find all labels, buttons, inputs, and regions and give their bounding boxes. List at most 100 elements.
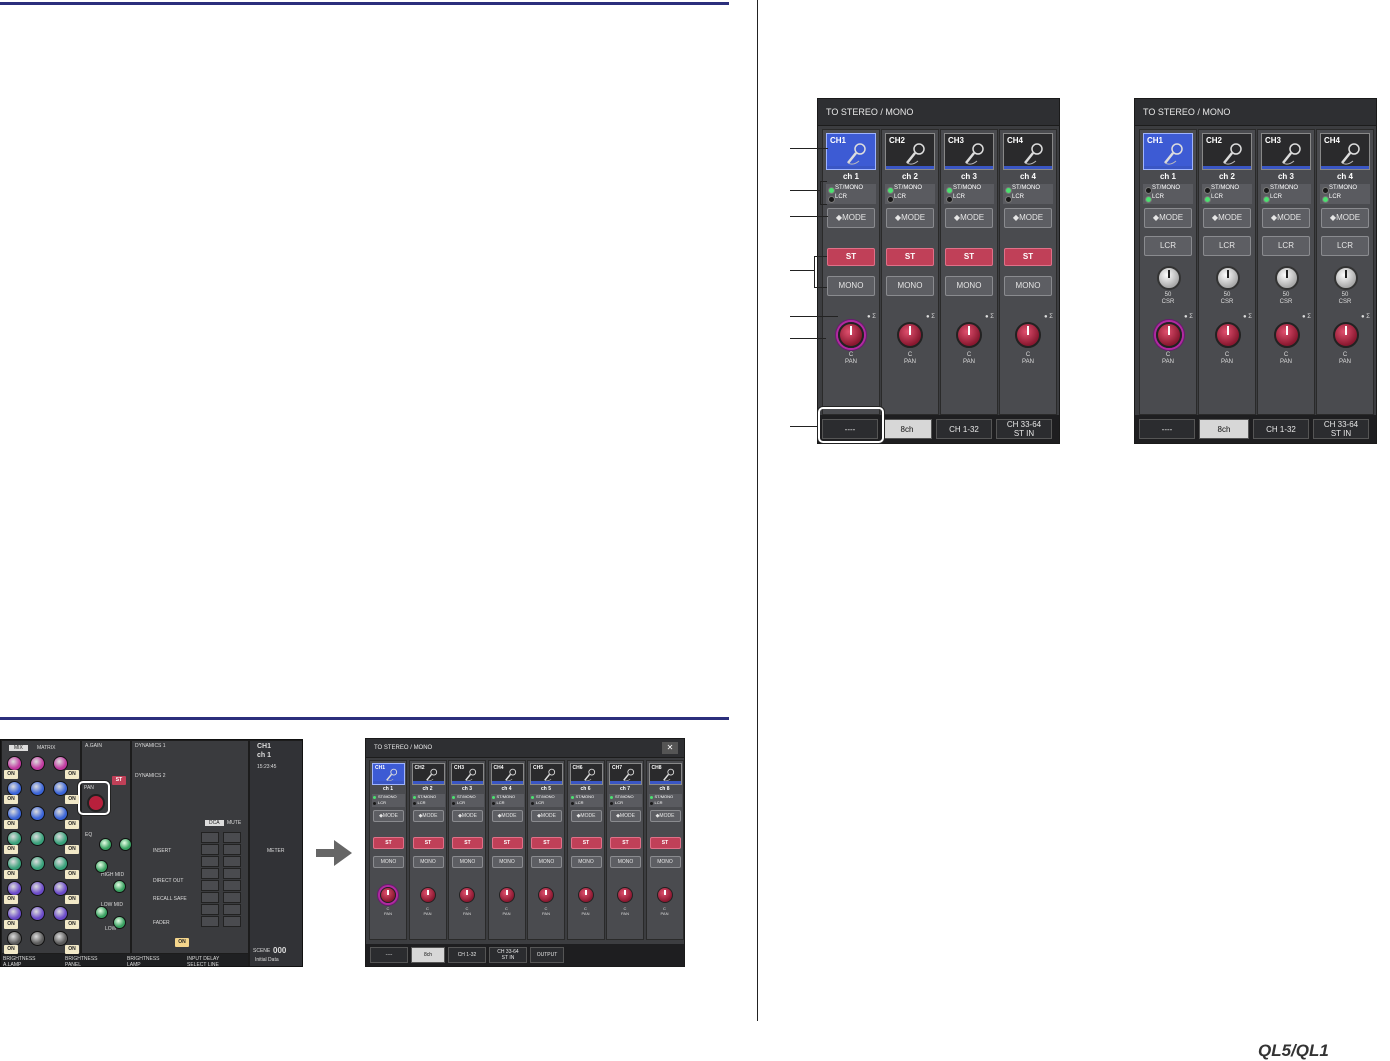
channel-select-button[interactable]: CH4 <box>1003 133 1053 170</box>
channel-knob[interactable] <box>53 906 68 921</box>
channel-select-button[interactable]: CH2 <box>1202 133 1252 170</box>
dca-button[interactable] <box>223 916 241 927</box>
range-tab[interactable]: CH 33-64 ST IN <box>996 419 1052 439</box>
channel-knob[interactable] <box>7 806 22 821</box>
channel-on-button[interactable]: ON <box>4 820 18 829</box>
channel-knob[interactable] <box>53 881 68 896</box>
st-button[interactable]: ST <box>945 248 993 266</box>
st-button[interactable]: ST <box>570 837 602 849</box>
channel-on-button[interactable]: ON <box>65 920 79 929</box>
mono-button[interactable]: MONO <box>827 276 875 296</box>
st-button[interactable]: ST <box>827 248 875 266</box>
st-button[interactable]: ST <box>373 837 404 849</box>
dca-button[interactable] <box>223 832 241 843</box>
mono-button[interactable]: MONO <box>373 856 404 868</box>
channel-select-button[interactable]: CH1 <box>826 133 876 170</box>
channel-knob[interactable] <box>30 781 45 796</box>
eq-knob[interactable] <box>99 838 112 851</box>
pan-knob[interactable] <box>617 887 633 903</box>
channel-on-button[interactable]: ON <box>4 770 18 779</box>
channel-knob[interactable] <box>7 781 22 796</box>
channel-select-button[interactable]: CH1 <box>1143 133 1193 170</box>
eq-knob[interactable] <box>95 860 108 873</box>
channel-knob[interactable] <box>7 856 22 871</box>
channel-select-button[interactable]: CH1 <box>372 763 405 785</box>
channel-on-button[interactable]: ON <box>65 895 79 904</box>
eq-knob[interactable] <box>119 838 132 851</box>
pan-knob[interactable] <box>838 322 864 348</box>
st-button[interactable]: ST <box>610 837 641 849</box>
mute-tab[interactable]: MUTE <box>227 820 241 826</box>
dca-button[interactable] <box>223 904 241 915</box>
channel-on-button[interactable]: ON <box>4 870 18 879</box>
st-button[interactable]: ST <box>531 837 562 849</box>
channel-knob[interactable] <box>30 856 45 871</box>
channel-knob[interactable] <box>53 831 68 846</box>
channel-select-button[interactable]: CH2 <box>411 763 445 785</box>
mode-button[interactable]: ◆MODE <box>1262 208 1310 228</box>
range-tab[interactable]: ---- <box>370 947 408 963</box>
channel-knob[interactable] <box>7 881 22 896</box>
dca-button[interactable] <box>223 856 241 867</box>
range-tab[interactable]: 8ch <box>882 419 932 439</box>
range-tab[interactable]: OUTPUT <box>530 947 564 963</box>
mode-button[interactable]: ◆MODE <box>610 810 641 822</box>
pan-knob[interactable] <box>897 322 923 348</box>
pan-knob[interactable] <box>380 887 396 903</box>
mono-button[interactable]: MONO <box>886 276 934 296</box>
mode-button[interactable]: ◆MODE <box>945 208 993 228</box>
eq-knob[interactable] <box>95 906 108 919</box>
st-button[interactable]: ST <box>491 837 523 849</box>
mono-button[interactable]: MONO <box>452 856 483 868</box>
pan-knob[interactable] <box>956 322 982 348</box>
channel-knob[interactable] <box>30 931 45 946</box>
mono-button[interactable]: MONO <box>570 856 602 868</box>
range-tab[interactable]: CH 33-64 ST IN <box>1313 419 1369 439</box>
pan-knob[interactable] <box>459 887 475 903</box>
channel-select-button[interactable]: CH3 <box>451 763 484 785</box>
csr-knob[interactable] <box>1334 266 1358 290</box>
mono-button[interactable]: MONO <box>1004 276 1052 296</box>
channel-knob[interactable] <box>30 831 45 846</box>
channel-select-button[interactable]: CH3 <box>944 133 994 170</box>
range-tab[interactable]: ---- <box>1139 419 1195 439</box>
channel-on-button[interactable]: ON <box>65 820 79 829</box>
eq-knob[interactable] <box>113 916 126 929</box>
close-icon[interactable]: ✕ <box>662 742 678 754</box>
range-tab[interactable]: 8ch <box>411 947 445 963</box>
eq-knob[interactable] <box>113 880 126 893</box>
pan-knob[interactable] <box>656 887 673 903</box>
st-button[interactable]: ST <box>1004 248 1052 266</box>
dca-button[interactable] <box>201 904 219 915</box>
channel-on-button[interactable]: ON <box>4 795 18 804</box>
mode-button[interactable]: ◆MODE <box>1144 208 1192 228</box>
mono-button[interactable]: MONO <box>491 856 523 868</box>
pan-knob[interactable] <box>1015 322 1041 348</box>
mode-button[interactable]: ◆MODE <box>1203 208 1251 228</box>
pan-knob[interactable] <box>1215 322 1241 348</box>
channel-knob[interactable] <box>53 931 68 946</box>
dca-button[interactable] <box>223 880 241 891</box>
st-button[interactable]: ST <box>649 837 681 849</box>
mode-button[interactable]: ◆MODE <box>531 810 562 822</box>
channel-knob[interactable] <box>30 906 45 921</box>
channel-knob[interactable] <box>30 756 45 771</box>
channel-knob[interactable] <box>7 906 22 921</box>
mode-button[interactable]: ◆MODE <box>570 810 602 822</box>
mode-button[interactable]: ◆MODE <box>886 208 934 228</box>
mode-button[interactable]: ◆MODE <box>452 810 483 822</box>
mono-button[interactable]: MONO <box>649 856 681 868</box>
channel-on-button[interactable]: ON <box>4 920 18 929</box>
channel-knob[interactable] <box>53 756 68 771</box>
channel-on-button[interactable]: ON <box>4 945 18 954</box>
range-tab[interactable]: CH 1-32 <box>448 947 486 963</box>
channel-select-button[interactable]: CH4 <box>1320 133 1370 170</box>
dca-button[interactable] <box>201 832 219 843</box>
csr-knob[interactable] <box>1216 266 1240 290</box>
channel-on-button[interactable]: ON <box>65 770 79 779</box>
mode-button[interactable]: ◆MODE <box>649 810 681 822</box>
channel-select-button[interactable]: CH4 <box>490 763 524 785</box>
dca-button[interactable] <box>223 868 241 879</box>
range-tab[interactable]: CH 1-32 <box>1253 419 1309 439</box>
channel-on-button[interactable]: ON <box>65 945 79 954</box>
